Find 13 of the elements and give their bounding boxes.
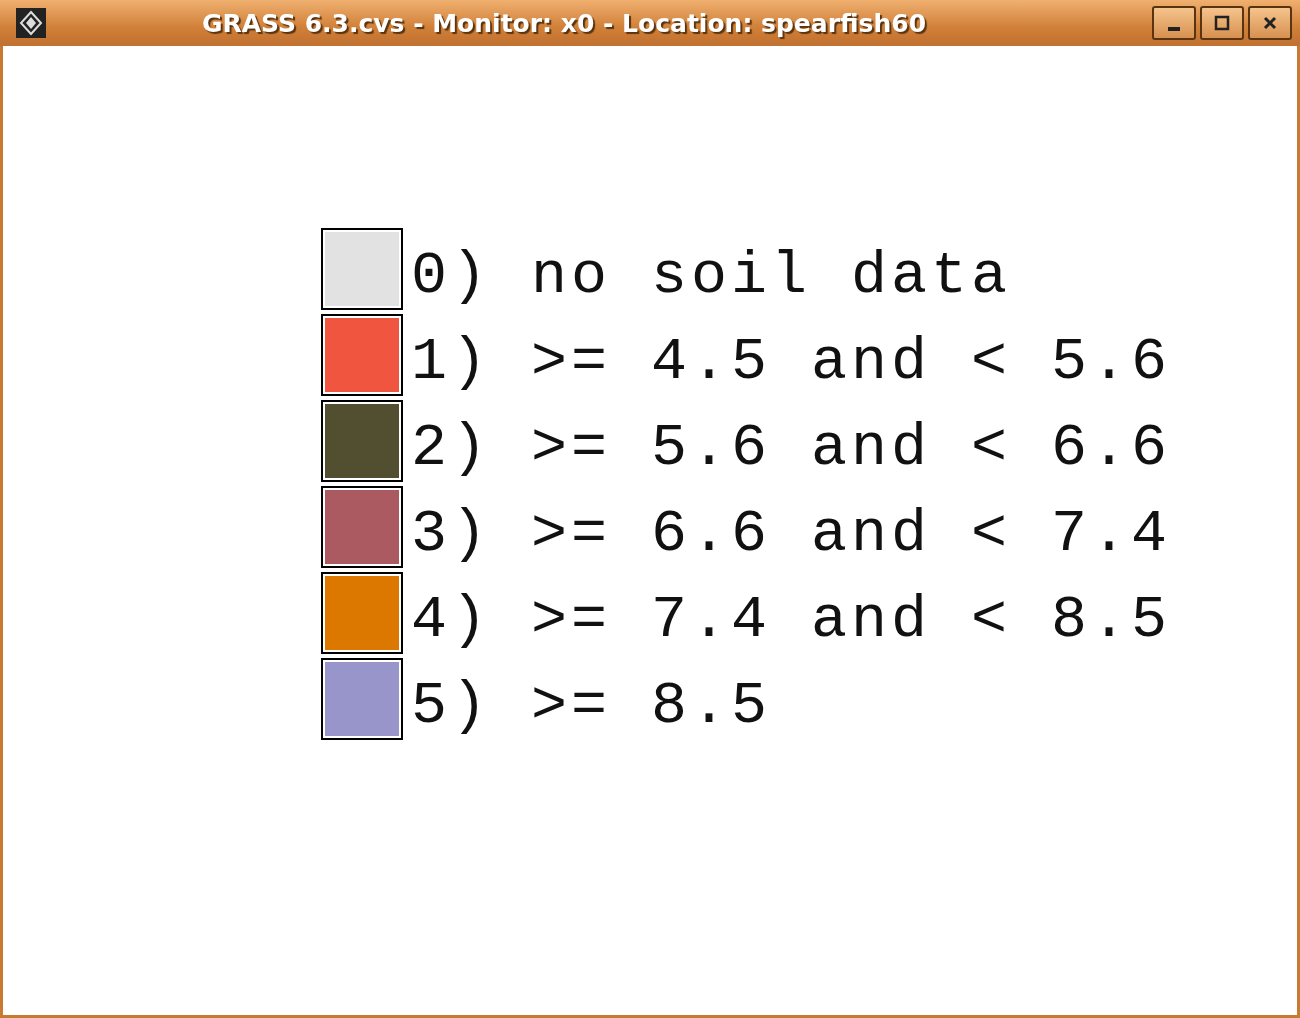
legend-label: 4) >= 7.4 and < 8.5 bbox=[411, 586, 1172, 654]
close-button[interactable] bbox=[1248, 6, 1292, 40]
legend-label: 5) >= 8.5 bbox=[411, 672, 772, 740]
maximize-icon bbox=[1212, 13, 1232, 33]
legend-label: 0) no soil data bbox=[411, 242, 1012, 310]
maximize-button[interactable] bbox=[1200, 6, 1244, 40]
legend-label: 3) >= 6.6 and < 7.4 bbox=[411, 500, 1172, 568]
window-title: GRASS 6.3.cvs - Monitor: x0 - Location: spearfish60 bbox=[200, 8, 928, 38]
app-icon[interactable] bbox=[16, 8, 46, 38]
legend-label: 2) >= 5.6 and < 6.6 bbox=[411, 414, 1172, 482]
minimize-icon bbox=[1168, 27, 1180, 31]
minimize-button[interactable] bbox=[1152, 6, 1196, 40]
legend-label: 1) >= 4.5 and < 5.6 bbox=[411, 328, 1172, 396]
